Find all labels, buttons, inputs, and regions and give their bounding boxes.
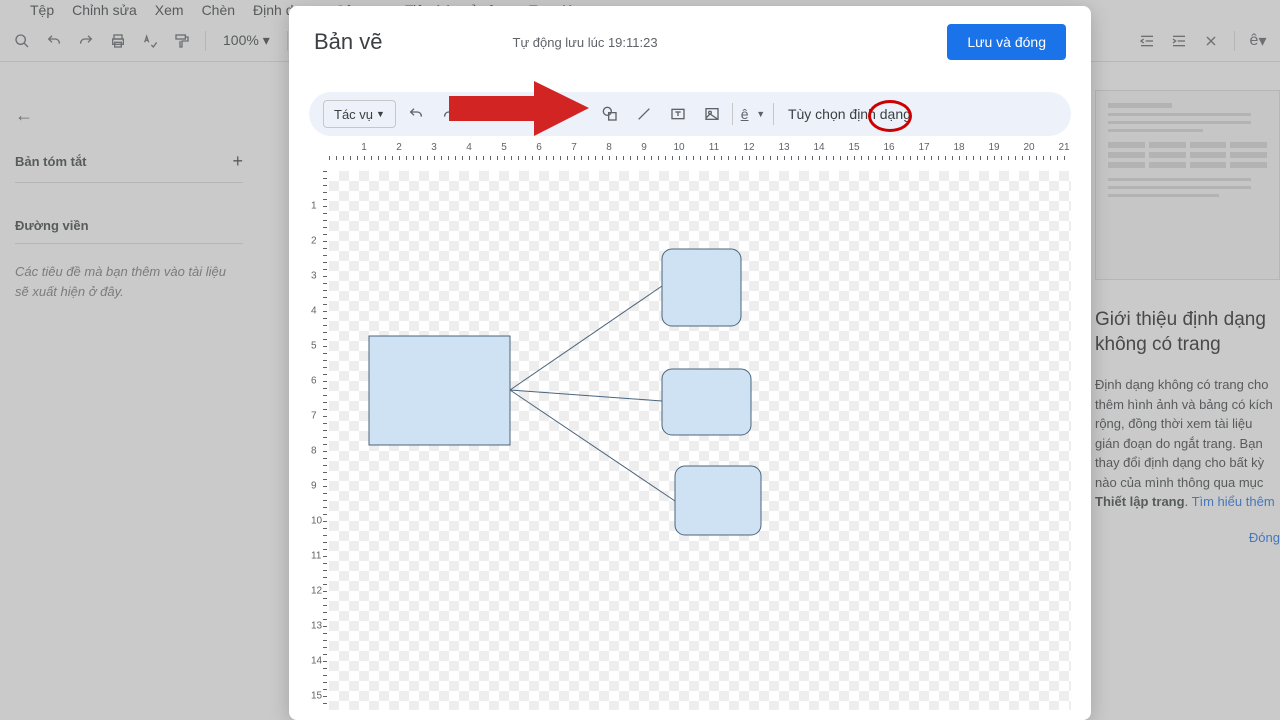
menu-insert[interactable]: Chèn [202,2,235,18]
zoom-select[interactable]: 100% ▾ [217,28,276,53]
line-tool-button[interactable] [630,100,658,128]
redo-icon[interactable] [74,29,98,53]
undo-button[interactable] [402,100,430,128]
pageless-info-panel: Giới thiệu định dạng không có trang Định… [1095,90,1280,545]
drawing-canvas[interactable] [329,171,1071,710]
clear-format-icon[interactable] [1199,29,1223,53]
menu-file[interactable]: Tệp [30,2,54,18]
shape-tool-button[interactable] [596,100,624,128]
menu-edit[interactable]: Chỉnh sửa [72,2,137,18]
paint-format-icon[interactable] [170,29,194,53]
learn-more-link[interactable]: Tìm hiểu thêm [1192,494,1275,509]
search-icon[interactable] [10,29,34,53]
dialog-title: Bản vẽ [314,29,383,55]
pageless-title: Giới thiệu định dạng không có trang [1095,308,1280,357]
autosave-status: Tự động lưu lúc 19:11:23 [513,35,658,50]
more-options-button[interactable]: ê ▼ [739,100,767,128]
horizontal-ruler: 123456789101112131415161718192021 [329,142,1071,160]
spellcheck-icon[interactable] [138,29,162,53]
outline-label: Đường viền [15,218,243,244]
add-summary-icon[interactable]: + [232,151,243,172]
editing-mode-icon[interactable]: ê ▾ [1246,29,1270,53]
save-and-close-button[interactable]: Lưu và đóng [947,24,1066,60]
outline-sidebar: ← Bản tóm tắt + Đường viền Các tiêu đề m… [0,90,258,316]
outline-empty-text: Các tiêu đề mà bạn thêm vào tài liệu sẽ … [15,262,243,301]
image-tool-button[interactable] [698,100,726,128]
redo-button[interactable] [436,100,464,128]
summary-label: Bản tóm tắt [15,154,87,169]
pageless-close-button[interactable]: Đóng [1095,530,1280,545]
indent-decrease-icon[interactable] [1135,29,1159,53]
drawing-content [329,171,1071,710]
print-icon[interactable] [106,29,130,53]
format-options-button[interactable]: Tùy chọn định dạng [780,106,919,122]
drawing-toolbar: Tác vụ▼ ê ▼ Tùy chọn định dạng [309,92,1071,136]
vertical-ruler: 123456789101112131415 [309,171,327,710]
pageless-description: Định dạng không có trang cho thêm hình ả… [1095,375,1280,512]
actions-menu-button[interactable]: Tác vụ▼ [323,100,396,128]
menu-view[interactable]: Xem [155,2,184,18]
drawing-dialog: Bản vẽ Tự động lưu lúc 19:11:23 Lưu và đ… [289,6,1091,720]
back-arrow-icon[interactable]: ← [15,105,243,126]
textbox-tool-button[interactable] [664,100,692,128]
pageless-preview-thumb [1095,90,1280,280]
undo-icon[interactable] [42,29,66,53]
indent-increase-icon[interactable] [1167,29,1191,53]
